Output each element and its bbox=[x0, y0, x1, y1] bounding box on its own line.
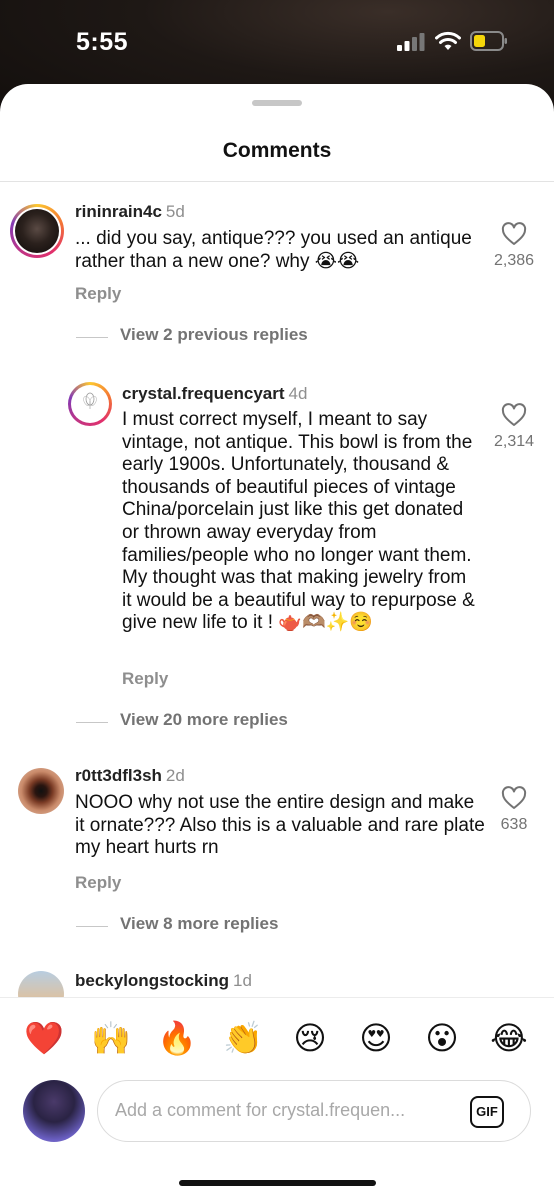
replies-divider bbox=[76, 337, 108, 338]
like-control[interactable]: 638 bbox=[484, 786, 544, 834]
comment-header: beckylongstocking 1d bbox=[75, 971, 252, 991]
reply-button[interactable]: Reply bbox=[75, 873, 121, 893]
reaction-raised-hands[interactable]: 🙌 bbox=[89, 1018, 133, 1058]
view-replies-button[interactable]: View 8 more replies bbox=[76, 914, 336, 938]
comment-input[interactable]: Add a comment for crystal.frequen... GIF bbox=[97, 1080, 531, 1142]
comment-text: I must correct myself, I meant to say vi… bbox=[122, 409, 475, 634]
view-replies-label: View 8 more replies bbox=[120, 914, 279, 933]
username[interactable]: beckylongstocking bbox=[75, 971, 229, 990]
heart-icon[interactable] bbox=[501, 222, 527, 246]
like-count: 638 bbox=[500, 816, 528, 833]
username[interactable]: crystal.frequencyart bbox=[122, 384, 285, 403]
view-replies-label: View 20 more replies bbox=[120, 710, 288, 729]
reaction-fire[interactable]: 🔥 bbox=[155, 1018, 199, 1058]
battery-icon bbox=[470, 31, 507, 51]
reaction-crying[interactable]: 😢 bbox=[288, 1018, 332, 1058]
like-count: 2,386 bbox=[493, 252, 535, 269]
title-divider bbox=[0, 181, 554, 182]
reply-button[interactable]: Reply bbox=[75, 284, 121, 304]
my-avatar[interactable] bbox=[23, 1080, 85, 1142]
replies-divider bbox=[76, 926, 108, 927]
comment-composer-bar: ❤️ 🙌 🔥 👏 😢 😍 😮 😂 Add a comment for cryst… bbox=[0, 997, 554, 1200]
cellular-signal-icon bbox=[397, 33, 425, 51]
gif-button[interactable]: GIF bbox=[470, 1096, 504, 1128]
like-control[interactable]: 2,386 bbox=[484, 222, 544, 270]
like-count: 2,314 bbox=[493, 433, 535, 450]
reply-button[interactable]: Reply bbox=[122, 669, 168, 689]
status-bar: 5:55 bbox=[0, 0, 554, 84]
reaction-clap[interactable]: 👏 bbox=[221, 1018, 265, 1058]
like-control[interactable]: 2,314 bbox=[484, 403, 544, 451]
heart-icon[interactable] bbox=[501, 403, 527, 427]
reaction-heart-eyes[interactable]: 😍 bbox=[354, 1018, 398, 1058]
view-replies-button[interactable]: View 2 previous replies bbox=[76, 325, 336, 349]
comment-header: r0tt3dfl3sh 2d bbox=[75, 766, 185, 786]
heart-icon[interactable] bbox=[501, 786, 527, 810]
comment-header: crystal.frequencyart 4d bbox=[122, 384, 307, 404]
comment-text: ... did you say, antique??? you used an … bbox=[75, 228, 472, 272]
view-replies-label: View 2 previous replies bbox=[120, 325, 308, 344]
logo-flower-icon bbox=[83, 392, 97, 409]
sheet-grabber[interactable] bbox=[252, 100, 302, 106]
reaction-surprised[interactable]: 😮 bbox=[420, 1018, 464, 1058]
crystal-frequency-logo bbox=[73, 387, 107, 421]
comment-age: 4d bbox=[288, 384, 308, 403]
home-indicator bbox=[179, 1180, 376, 1186]
comment-header: rininrain4c 5d bbox=[75, 202, 185, 222]
comment-age: 2d bbox=[165, 766, 185, 785]
avatar-photo bbox=[15, 209, 59, 253]
reaction-laughing[interactable]: 😂 bbox=[487, 1018, 531, 1058]
username[interactable]: r0tt3dfl3sh bbox=[75, 766, 162, 785]
sheet-title: Comments bbox=[222, 139, 332, 162]
username[interactable]: rininrain4c bbox=[75, 202, 162, 221]
avatar[interactable] bbox=[68, 382, 112, 426]
avatar[interactable] bbox=[10, 204, 64, 258]
avatar[interactable] bbox=[18, 768, 64, 814]
comment-input-placeholder: Add a comment for crystal.frequen... bbox=[115, 1100, 406, 1120]
wifi-icon bbox=[435, 31, 461, 50]
replies-divider bbox=[76, 722, 108, 723]
reaction-heart[interactable]: ❤️ bbox=[22, 1018, 66, 1058]
comment-age: 1d bbox=[232, 971, 252, 990]
quick-reactions: ❤️ 🙌 🔥 👏 😢 😍 😮 😂 bbox=[0, 1018, 554, 1058]
comment-age: 5d bbox=[165, 202, 185, 221]
view-replies-button[interactable]: View 20 more replies bbox=[76, 710, 336, 734]
comment-text: NOOO why not use the entire design and m… bbox=[75, 792, 485, 859]
status-time: 5:55 bbox=[76, 28, 129, 56]
